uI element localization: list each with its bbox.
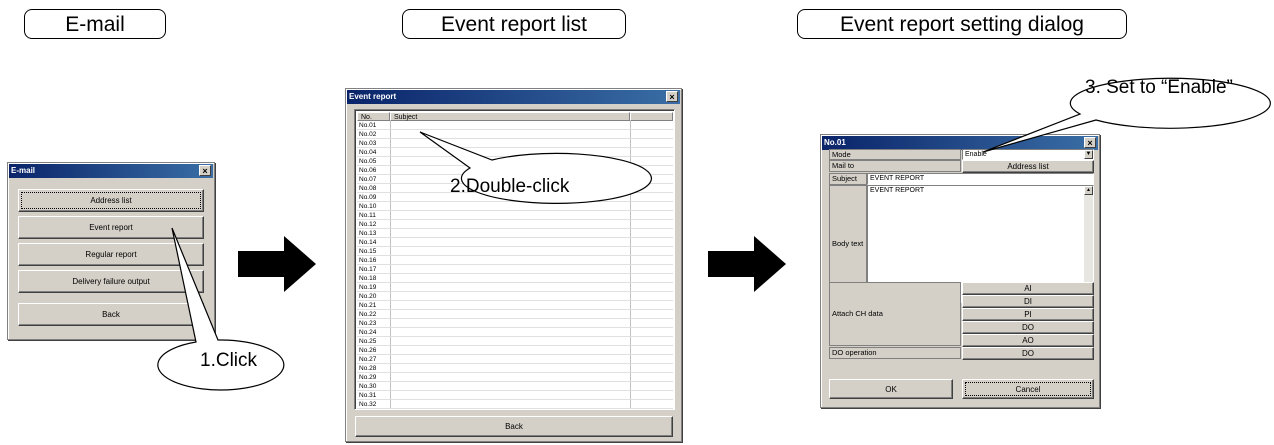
callout-balloons — [157, 77, 1271, 391]
callout-double-click-text: 2.Double-click — [450, 176, 570, 197]
callout-click-text: 1.Click — [200, 350, 258, 371]
callout-enable-text: 3. Set to “Enable” — [1085, 77, 1233, 98]
